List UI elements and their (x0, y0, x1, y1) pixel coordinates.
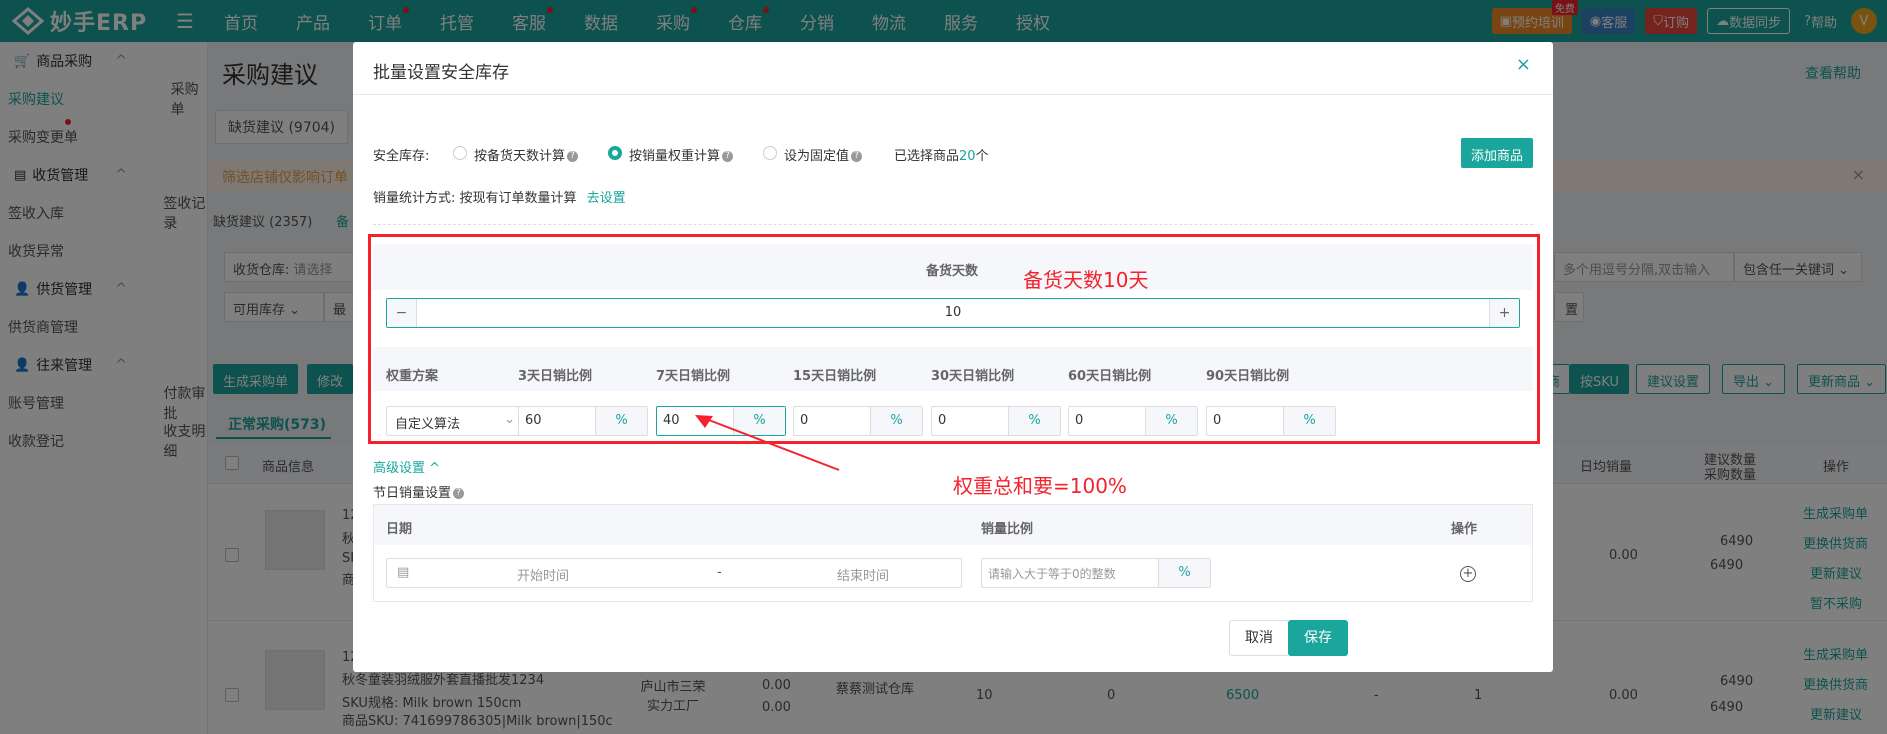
festival-header-row (374, 505, 1532, 545)
radio-label-by-weight[interactable]: 按销量权重计算? (629, 145, 734, 164)
sales-method: 销量统计方式: 按现有订单数量计算 去设置 (373, 187, 626, 206)
chevron-up-icon: ^ (429, 461, 441, 476)
divider (373, 224, 1533, 225)
festival-header-ratio: 销量比例 (981, 522, 1034, 537)
festival-header-action: 操作 (1451, 522, 1478, 537)
add-product-button[interactable]: 添加商品 (1460, 138, 1533, 168)
date-separator: - (717, 565, 722, 580)
radio-label-by-days[interactable]: 按备货天数计算? (474, 145, 579, 164)
selected-suffix: 个 (975, 149, 989, 164)
festival-header-date: 日期 (386, 522, 413, 537)
ratio-placeholder: 请输入大于等于0的整数 (988, 567, 1116, 581)
help-icon[interactable]: ? (567, 151, 579, 162)
radio-text: 按销量权重计算 (629, 149, 721, 164)
ratio-input[interactable]: 请输入大于等于0的整数 % (981, 558, 1211, 588)
radio-fixed[interactable] (763, 146, 777, 160)
radio-text: 按备货天数计算 (474, 149, 566, 164)
end-date-input[interactable]: 结束时间 (837, 565, 889, 584)
sales-method-label: 销量统计方式: 按现有订单数量计算 (373, 191, 577, 206)
close-icon[interactable]: × (1516, 54, 1531, 75)
selected-number[interactable]: 20 (959, 149, 976, 164)
help-icon[interactable]: ? (851, 151, 863, 162)
annotation-weight-sum: 权重总和要=100% (953, 474, 1127, 498)
start-date-input[interactable]: 开始时间 (517, 565, 569, 584)
radio-text: 设为固定值 (784, 149, 850, 164)
calendar-icon: ▤ (397, 565, 410, 580)
date-range-picker[interactable]: ▤ 开始时间 - 结束时间 (386, 558, 962, 588)
help-icon[interactable]: ? (453, 488, 465, 499)
festival-sales-label: 节日销量设置? (373, 482, 465, 501)
annotation-arrow (695, 415, 840, 471)
modal-divider (353, 94, 1553, 95)
safety-stock-label: 安全库存: (373, 149, 430, 164)
selected-count: 已选择商品20个 (894, 145, 989, 164)
help-icon[interactable]: ? (722, 151, 734, 162)
radio-label-fixed[interactable]: 设为固定值? (784, 145, 863, 164)
save-button[interactable]: 保存 (1288, 620, 1348, 656)
radio-by-weight[interactable] (608, 146, 622, 160)
modal-title: 批量设置安全库存 (373, 63, 509, 83)
radio-by-days[interactable] (453, 146, 467, 160)
percent-unit: % (1158, 559, 1210, 587)
annotation-stock-days: 备货天数10天 (1023, 268, 1149, 292)
advanced-settings-toggle[interactable]: 高级设置 ^ (373, 457, 440, 476)
cancel-button[interactable]: 取消 (1229, 620, 1289, 656)
sales-method-link[interactable]: 去设置 (587, 191, 626, 206)
add-row-icon[interactable]: + (1460, 566, 1476, 582)
batch-safety-stock-modal: 批量设置安全库存 × 安全库存: 按备货天数计算? 按销量权重计算? 设为固定值… (353, 42, 1553, 672)
advanced-label: 高级设置 (373, 461, 426, 476)
festival-text: 节日销量设置 (373, 486, 452, 501)
annotation-highlight-box (368, 234, 1540, 444)
selected-prefix: 已选择商品 (894, 149, 960, 164)
